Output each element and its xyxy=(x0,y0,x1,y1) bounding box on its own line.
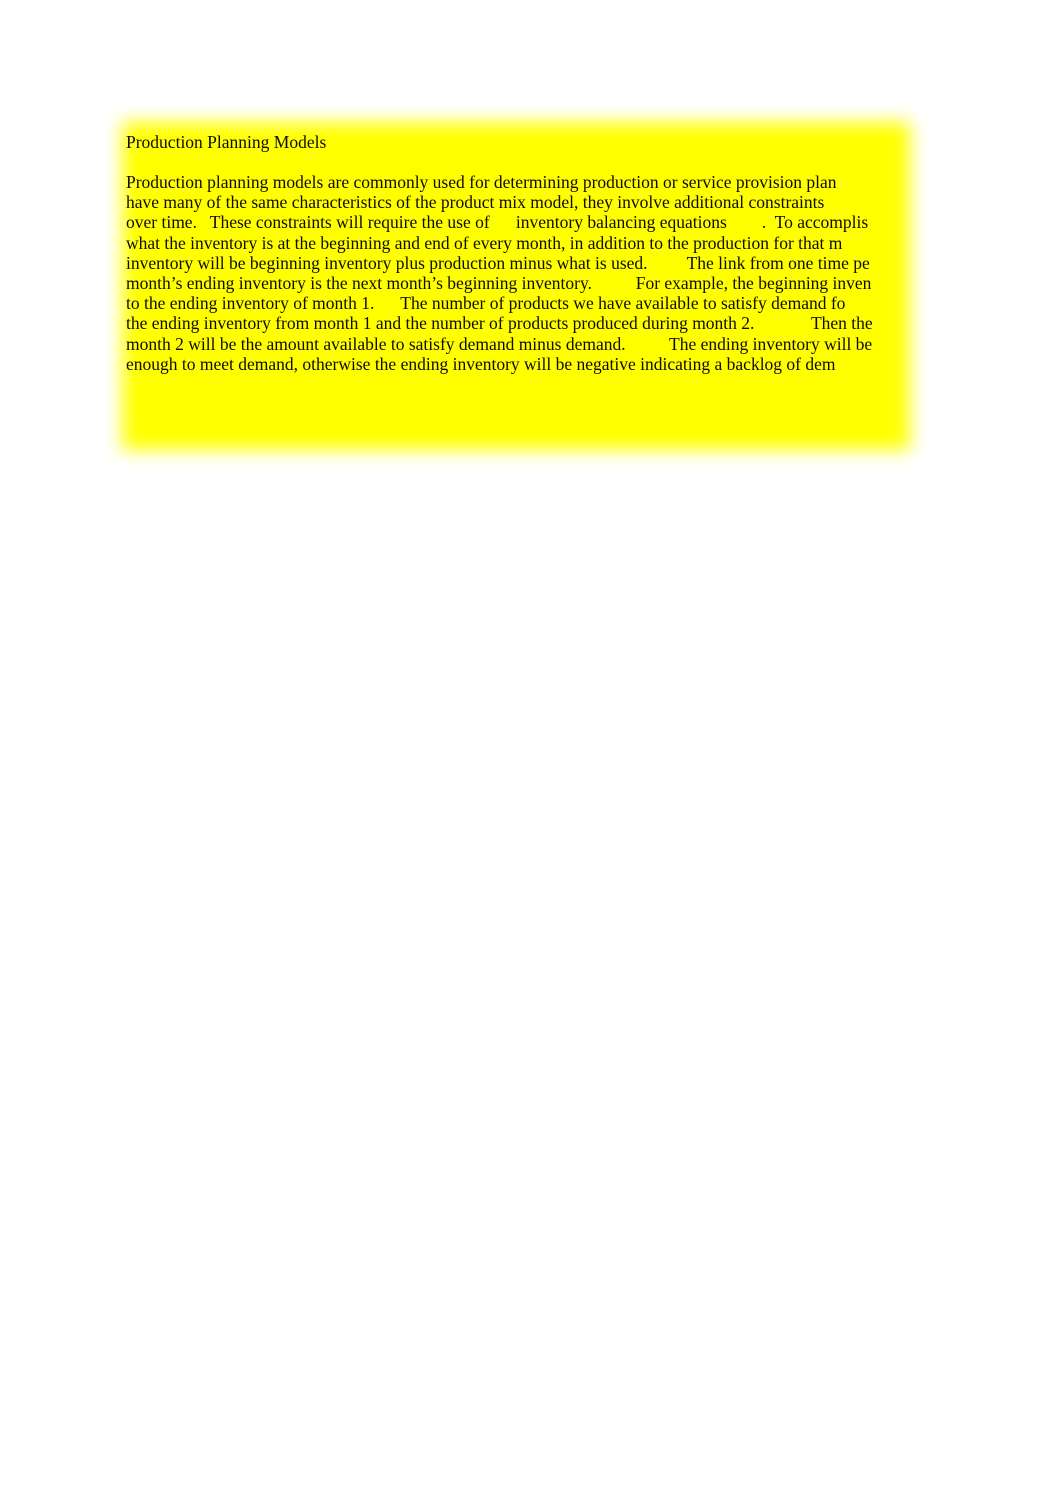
body-line: what the inventory is at the beginning a… xyxy=(126,232,843,253)
body-line: month’s ending inventory is the next mon… xyxy=(126,273,872,294)
body-line: Production planning models are commonly … xyxy=(126,172,837,192)
body-line: have many of the same characteristics of… xyxy=(126,192,825,213)
body-line: inventory will be beginning inventory pl… xyxy=(126,252,870,273)
document-page: Production Planning Models Production pl… xyxy=(0,0,1062,1506)
body-line: enough to meet demand, otherwise the end… xyxy=(126,353,836,374)
body-line: month 2 will be the amount available to … xyxy=(126,333,873,354)
body-line: the ending inventory from month 1 and th… xyxy=(126,313,873,334)
document-text-block: Production Planning Models Production pl… xyxy=(126,130,908,446)
page-title: Production Planning Models xyxy=(126,132,327,152)
body-line: to the ending inventory of month 1. The … xyxy=(126,293,846,314)
body-paragraph: Production planning models are commonly … xyxy=(126,172,908,374)
body-line: over time. These constraints will requir… xyxy=(126,212,869,233)
